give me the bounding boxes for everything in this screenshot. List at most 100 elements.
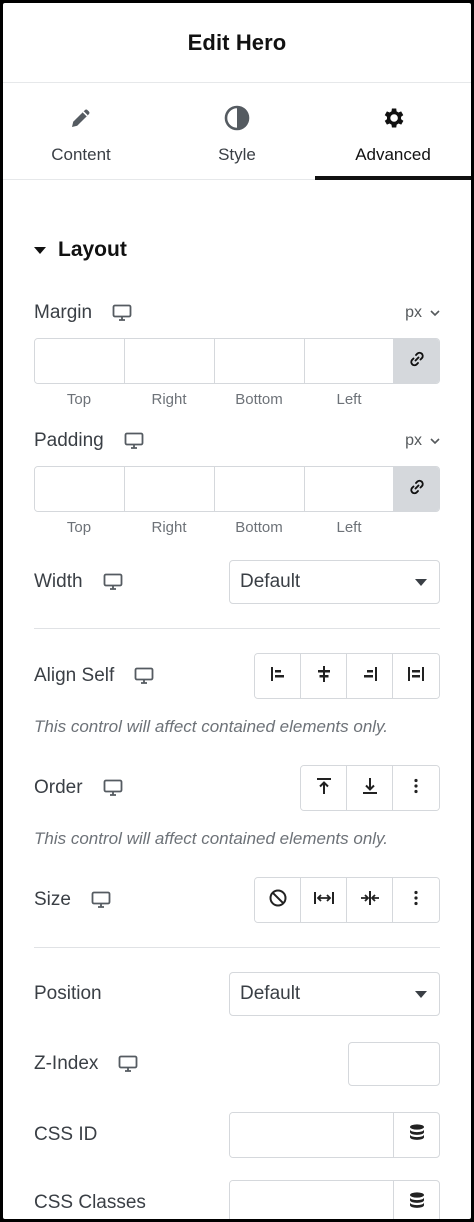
more-vertical-icon xyxy=(406,776,426,801)
margin-row: Margin px xyxy=(34,302,440,324)
divider xyxy=(34,947,440,948)
position-select[interactable]: Default xyxy=(229,972,440,1016)
page-title: Edit Hero xyxy=(187,29,287,55)
link-values-button[interactable] xyxy=(394,339,439,383)
dynamic-tags-button[interactable] xyxy=(393,1181,439,1219)
css-id-input[interactable] xyxy=(230,1113,393,1157)
caret-down-icon xyxy=(34,246,46,254)
css-classes-field xyxy=(229,1180,440,1219)
tab-label: Advanced xyxy=(355,145,431,164)
align-self-note: This control will affect contained eleme… xyxy=(34,717,389,736)
size-shrink-button[interactable] xyxy=(347,878,393,922)
width-select[interactable]: Default xyxy=(229,560,440,604)
css-id-field xyxy=(229,1112,440,1158)
size-row: Size xyxy=(34,877,440,923)
unit-selector[interactable]: px xyxy=(405,432,440,450)
ban-icon xyxy=(268,888,288,913)
shrink-horizontal-icon xyxy=(359,888,381,913)
arrow-to-top-icon xyxy=(314,776,334,801)
margin-left-input[interactable] xyxy=(305,339,394,383)
margin-side-labels: Top Right Bottom Left xyxy=(66,391,362,408)
editor-panel: Edit Hero Content Style Advanced Layout xyxy=(3,3,471,1219)
link-icon xyxy=(407,349,427,374)
order-last-button[interactable] xyxy=(347,766,393,810)
size-none-button[interactable] xyxy=(255,878,301,922)
order-label: Order xyxy=(34,777,83,798)
link-icon xyxy=(407,477,427,502)
expand-horizontal-icon xyxy=(313,888,335,913)
css-classes-input[interactable] xyxy=(230,1181,393,1219)
padding-bottom-input[interactable] xyxy=(215,467,305,511)
dynamic-tags-button[interactable] xyxy=(393,1113,439,1157)
order-note: This control will affect contained eleme… xyxy=(34,829,389,848)
database-icon xyxy=(408,1123,426,1148)
align-stretch-icon xyxy=(406,664,426,689)
align-center-button[interactable] xyxy=(301,654,347,698)
caret-down-icon xyxy=(415,990,427,998)
css-classes-row: CSS Classes xyxy=(34,1180,440,1219)
position-label: Position xyxy=(34,983,102,1004)
padding-right-input[interactable] xyxy=(125,467,215,511)
desktop-icon[interactable] xyxy=(112,304,132,322)
position-row: Position Default xyxy=(34,972,440,1016)
size-label: Size xyxy=(34,889,71,910)
tab-content[interactable]: Content xyxy=(3,83,159,179)
tab-style[interactable]: Style xyxy=(159,83,315,179)
desktop-icon[interactable] xyxy=(91,891,111,909)
margin-label: Margin xyxy=(34,302,93,323)
align-self-group xyxy=(254,653,440,699)
desktop-icon[interactable] xyxy=(124,432,144,450)
pencil-icon xyxy=(68,105,94,131)
margin-top-input[interactable] xyxy=(35,339,125,383)
order-row: Order xyxy=(34,765,440,811)
align-end-button[interactable] xyxy=(347,654,393,698)
half-circle-icon xyxy=(224,105,250,131)
desktop-icon[interactable] xyxy=(103,573,123,591)
margin-dimensions xyxy=(34,338,440,384)
z-index-input[interactable] xyxy=(348,1042,440,1086)
advanced-content: Layout Margin px Top Right Bottom Left P… xyxy=(3,236,471,1219)
align-end-icon xyxy=(360,664,380,689)
gear-icon xyxy=(380,105,406,131)
padding-left-input[interactable] xyxy=(305,467,394,511)
section-title: Layout xyxy=(58,238,127,261)
desktop-icon[interactable] xyxy=(118,1055,138,1073)
size-more-button[interactable] xyxy=(393,878,439,922)
tab-advanced[interactable]: Advanced xyxy=(315,83,471,180)
chevron-down-icon xyxy=(430,432,440,450)
margin-right-input[interactable] xyxy=(125,339,215,383)
order-more-button[interactable] xyxy=(393,766,439,810)
width-row: Width Default xyxy=(34,560,440,604)
chevron-down-icon xyxy=(430,304,440,322)
z-index-label: Z-Index xyxy=(34,1053,99,1074)
align-self-label: Align Self xyxy=(34,665,115,686)
tab-bar: Content Style Advanced xyxy=(3,83,471,180)
size-group xyxy=(254,877,440,923)
more-vertical-icon xyxy=(406,888,426,913)
width-label: Width xyxy=(34,571,83,592)
align-start-icon xyxy=(268,664,288,689)
desktop-icon[interactable] xyxy=(134,667,154,685)
align-stretch-button[interactable] xyxy=(393,654,439,698)
unit-selector[interactable]: px xyxy=(405,304,440,322)
padding-dimensions xyxy=(34,466,440,512)
arrow-to-bottom-icon xyxy=(360,776,380,801)
divider xyxy=(34,628,440,629)
css-id-row: CSS ID xyxy=(34,1112,440,1158)
layout-section-toggle[interactable]: Layout xyxy=(34,236,440,264)
desktop-icon[interactable] xyxy=(103,779,123,797)
size-grow-button[interactable] xyxy=(301,878,347,922)
align-start-button[interactable] xyxy=(255,654,301,698)
database-icon xyxy=(408,1191,426,1216)
margin-bottom-input[interactable] xyxy=(215,339,305,383)
padding-side-labels: Top Right Bottom Left xyxy=(66,519,362,536)
link-values-button[interactable] xyxy=(394,467,439,511)
caret-down-icon xyxy=(415,578,427,586)
padding-top-input[interactable] xyxy=(35,467,125,511)
order-group xyxy=(300,765,440,811)
css-id-label: CSS ID xyxy=(34,1124,98,1145)
align-center-icon xyxy=(314,664,334,689)
order-first-button[interactable] xyxy=(301,766,347,810)
padding-row: Padding px xyxy=(34,430,440,452)
z-index-row: Z-Index xyxy=(34,1042,440,1086)
